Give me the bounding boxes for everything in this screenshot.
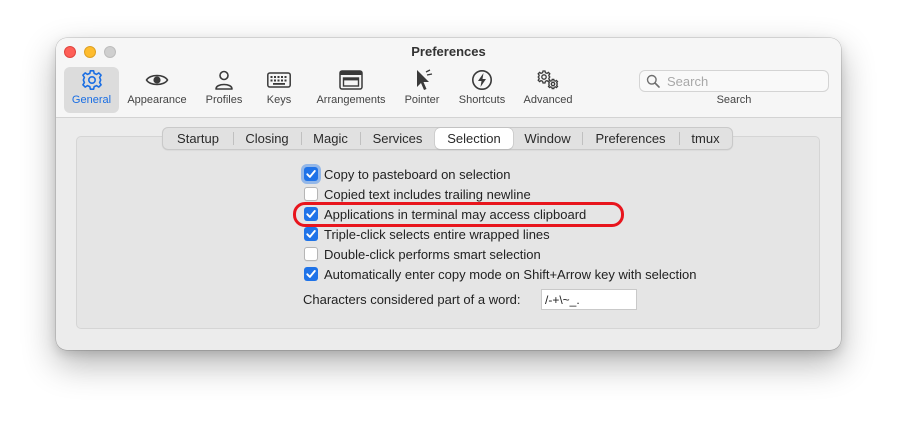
tab-preferences[interactable]: Preferences — [582, 128, 679, 149]
checkmark-icon — [306, 210, 316, 218]
toolbar: Preferences General Appearance Profiles … — [56, 38, 841, 118]
bolt-icon — [472, 70, 492, 90]
toolbar-advanced-label: Advanced — [523, 94, 573, 106]
toolbar-keys[interactable]: Keys — [259, 67, 299, 113]
toolbar-arrangements[interactable]: Arrangements — [312, 67, 390, 113]
cursor-icon — [417, 69, 433, 90]
option-label: Copied text includes trailing newline — [324, 187, 531, 202]
tab-bar: Startup Closing Magic Services Selection… — [162, 127, 733, 150]
tab-tmux[interactable]: tmux — [679, 128, 732, 149]
checkbox-copy-to-pasteboard[interactable] — [304, 167, 318, 181]
checkbox-clipboard-access[interactable] — [304, 207, 318, 221]
checkmark-icon — [306, 170, 316, 178]
toolbar-appearance[interactable]: Appearance — [124, 67, 190, 113]
toolbar-pointer[interactable]: Pointer — [400, 67, 444, 113]
toolbar-profiles-label: Profiles — [205, 94, 243, 106]
checkbox-triple-click[interactable] — [304, 227, 318, 241]
option-label: Applications in terminal may access clip… — [324, 207, 587, 222]
toolbar-appearance-label: Appearance — [127, 94, 187, 106]
search-label: Search — [716, 94, 752, 106]
tab-magic[interactable]: Magic — [301, 128, 360, 149]
person-icon — [215, 70, 233, 90]
search-field[interactable]: Search — [639, 70, 829, 92]
tab-closing[interactable]: Closing — [233, 128, 301, 149]
toolbar-general-label: General — [71, 94, 112, 106]
window-title: Preferences — [411, 44, 486, 59]
preferences-window: Preferences General Appearance Profiles … — [56, 38, 841, 350]
option-label: Double-click performs smart selection — [324, 247, 541, 262]
keyboard-icon — [267, 72, 291, 88]
tab-selection[interactable]: Selection — [435, 128, 513, 149]
windows-icon — [339, 70, 363, 90]
gear-icon — [81, 70, 102, 90]
checkbox-copy-mode-shift-arrow[interactable] — [304, 267, 318, 281]
checkbox-trailing-newline[interactable] — [304, 187, 318, 201]
toolbar-general[interactable]: General — [64, 67, 119, 113]
option-label: Copy to pasteboard on selection — [324, 167, 511, 182]
toolbar-keys-label: Keys — [266, 94, 292, 106]
word-chars-label: Characters considered part of a word: — [303, 292, 521, 307]
toolbar-shortcuts[interactable]: Shortcuts — [454, 67, 510, 113]
search-icon — [646, 74, 660, 88]
option-label: Automatically enter copy mode on Shift+A… — [324, 267, 697, 282]
toolbar-advanced[interactable]: Advanced — [519, 67, 577, 113]
option-label: Triple-click selects entire wrapped line… — [324, 227, 550, 242]
checkbox-double-click[interactable] — [304, 247, 318, 261]
word-chars-input[interactable] — [541, 289, 637, 310]
tab-startup[interactable]: Startup — [163, 128, 233, 149]
checkmark-icon — [306, 230, 316, 238]
search-placeholder: Search — [667, 74, 709, 89]
checkmark-icon — [306, 270, 316, 278]
toolbar-pointer-label: Pointer — [404, 94, 440, 106]
eye-icon — [145, 74, 169, 86]
tab-services[interactable]: Services — [360, 128, 435, 149]
toolbar-profiles[interactable]: Profiles — [199, 67, 249, 113]
toolbar-arrangements-label: Arrangements — [316, 94, 386, 106]
gears-icon — [537, 70, 559, 90]
toolbar-shortcuts-label: Shortcuts — [458, 94, 506, 106]
tab-window[interactable]: Window — [513, 128, 582, 149]
